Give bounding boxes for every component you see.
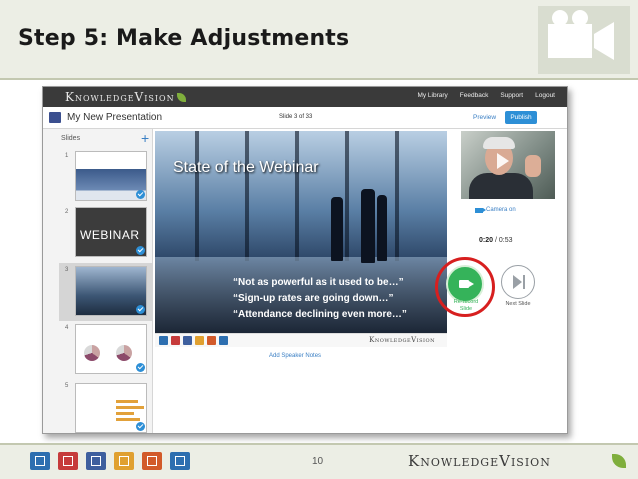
- slide-thumbnail-1[interactable]: [75, 151, 147, 201]
- publish-button[interactable]: Publish: [505, 111, 537, 124]
- thumbnail-number: 5: [65, 383, 69, 389]
- window-frame: [395, 131, 399, 261]
- bar-graphic: [116, 418, 140, 421]
- rerecord-slide-button[interactable]: [446, 265, 484, 303]
- webcam-preview[interactable]: [461, 131, 555, 199]
- image-tool-icon[interactable]: [159, 336, 168, 345]
- thumbnail-number: 3: [65, 267, 69, 273]
- bar-graphic: [116, 400, 138, 403]
- slide-quote: “Attendance declining even more…”: [233, 309, 407, 320]
- page-title: Step 5: Make Adjustments: [18, 26, 350, 51]
- thumbnail-text: WEBINAR: [80, 228, 140, 242]
- check-icon: [136, 422, 145, 431]
- presenter-hand: [525, 155, 541, 177]
- next-slide-label: Next Slide: [505, 301, 531, 307]
- camera-logo-icon: [538, 6, 630, 74]
- nav-my-library[interactable]: My Library: [417, 92, 447, 99]
- book-tool-icon[interactable]: [219, 336, 228, 345]
- timer-total: 0:53: [498, 237, 513, 244]
- check-icon: [136, 246, 145, 255]
- pie-chart-graphic: [116, 345, 132, 361]
- person-silhouette: [377, 195, 387, 261]
- app-window: KnowledgeVision My Library Feedback Supp…: [42, 86, 568, 434]
- media-tool-icon[interactable]: [207, 336, 216, 345]
- camera-on-label: Camera on: [486, 207, 516, 213]
- pdf-tool-icon[interactable]: [171, 336, 180, 345]
- thumbnail-number: 2: [65, 209, 69, 215]
- slide-heading: State of the Webinar: [173, 159, 319, 176]
- leaf-icon: [176, 93, 186, 102]
- brand-logo-text: KnowledgeVision: [65, 90, 175, 104]
- flame-icon: [142, 452, 162, 470]
- window-frame: [345, 131, 349, 261]
- bar-graphic: [116, 412, 134, 415]
- app-topbar: KnowledgeVision My Library Feedback Supp…: [43, 87, 567, 107]
- slide-quote: “Not as powerful as it used to be…”: [233, 277, 404, 288]
- chart-tool-icon[interactable]: [195, 336, 204, 345]
- skip-next-bar: [523, 275, 525, 289]
- video-camera-icon: [459, 280, 474, 288]
- window-frame: [295, 131, 299, 261]
- bar-graphic: [116, 406, 144, 409]
- presentation-titlebar: My New Presentation Slide 3 of 33 Previe…: [43, 107, 567, 129]
- play-icon[interactable]: [497, 153, 509, 169]
- window-frame: [245, 131, 249, 261]
- footer-brand-logo: KnowledgeVision: [408, 452, 551, 470]
- brand-logo: KnowledgeVision: [65, 90, 186, 104]
- slides-label: Slides: [61, 135, 81, 142]
- slides-panel: Slides + 1 2 WEBINAR 3 4 5: [43, 129, 153, 433]
- nav-support[interactable]: Support: [500, 92, 523, 99]
- nav-logout[interactable]: Logout: [535, 92, 555, 99]
- chart-icon: [114, 452, 134, 470]
- thumbnail-number: 1: [65, 153, 69, 159]
- main-slide-canvas: State of the Webinar “Not as powerful as…: [155, 131, 447, 341]
- slide-toolbar: KnowledgeVision: [155, 333, 447, 347]
- image-icon: [30, 452, 50, 470]
- top-nav: My Library Feedback Support Logout: [417, 92, 555, 99]
- video-camera-icon: [475, 207, 486, 213]
- recording-timer: 0:20 / 0:53: [479, 237, 513, 244]
- slide-thumbnail-2[interactable]: WEBINAR: [75, 207, 147, 257]
- rerecord-label: Re-record Slide: [453, 299, 479, 312]
- camera-on-toggle[interactable]: Camera on: [475, 207, 516, 213]
- add-speaker-notes-link[interactable]: Add Speaker Notes: [269, 353, 321, 359]
- presentation-icon: [49, 112, 61, 123]
- thumbnail-number: 4: [65, 325, 69, 331]
- slide-thumbnail-4[interactable]: [75, 324, 147, 374]
- slide-thumbnail-3[interactable]: [75, 266, 147, 316]
- check-icon: [136, 305, 145, 314]
- check-icon: [136, 363, 145, 372]
- page-number: 10: [312, 456, 324, 467]
- add-slide-button[interactable]: +: [141, 130, 149, 146]
- person-silhouette: [361, 189, 375, 263]
- slide-brand-logo: KnowledgeVision: [369, 336, 435, 344]
- pie-chart-graphic: [84, 345, 100, 361]
- timer-elapsed: 0:20: [479, 237, 494, 244]
- nav-feedback[interactable]: Feedback: [460, 92, 489, 99]
- person-silhouette: [331, 197, 343, 261]
- presenter-hair: [483, 137, 515, 149]
- grid-icon: [86, 452, 106, 470]
- preview-button[interactable]: Preview: [473, 114, 496, 121]
- slide-quote: “Sign-up rates are going down…”: [233, 293, 394, 304]
- table-tool-icon[interactable]: [183, 336, 192, 345]
- skip-next-icon: [513, 275, 522, 289]
- slide-counter: Slide 3 of 33: [279, 114, 313, 120]
- presentation-title[interactable]: My New Presentation: [67, 112, 162, 123]
- window-frame: [195, 131, 199, 261]
- next-slide-button[interactable]: [501, 265, 535, 299]
- check-icon: [136, 190, 145, 199]
- pdf-icon: [58, 452, 78, 470]
- book-icon: [170, 452, 190, 470]
- slide-thumbnail-5[interactable]: [75, 383, 147, 433]
- presenter-body: [469, 173, 533, 199]
